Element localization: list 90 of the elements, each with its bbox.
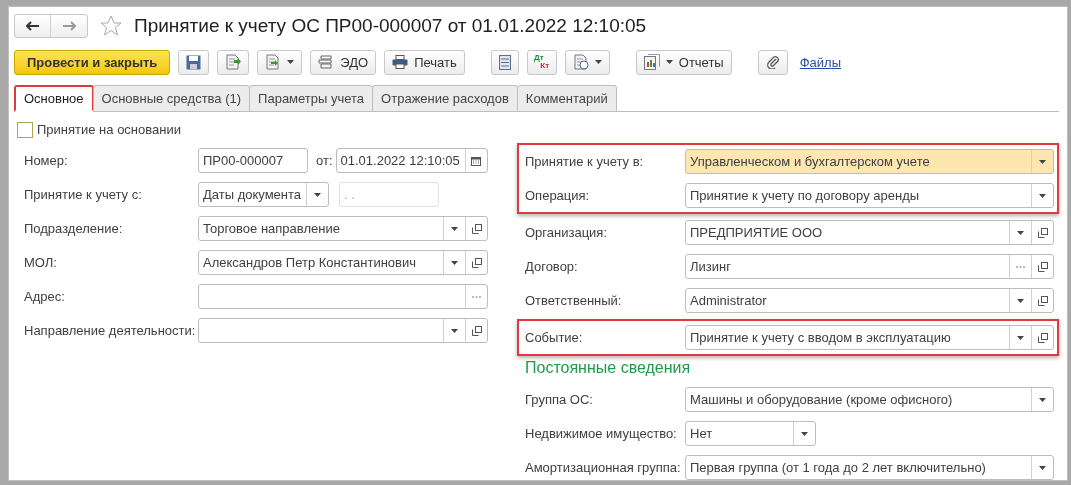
input-field[interactable]: Первая группа (от 1 года до 2 лет включительно) bbox=[685, 455, 1054, 480]
ellipsis-icon bbox=[1016, 265, 1025, 268]
list-icon bbox=[498, 54, 511, 70]
copy-icon bbox=[265, 54, 282, 71]
field-label: Событие: bbox=[525, 328, 584, 347]
date-label: от: bbox=[316, 151, 333, 170]
list-button[interactable] bbox=[490, 49, 519, 75]
checkbox[interactable] bbox=[17, 121, 33, 138]
caret-icon bbox=[801, 431, 808, 436]
files-link[interactable]: Файлы bbox=[799, 52, 841, 73]
caret-icon bbox=[665, 60, 673, 65]
caret-icon bbox=[1039, 397, 1046, 402]
open-icon bbox=[1037, 295, 1048, 306]
input-field[interactable]: Управленческом и бухгалтерском учете bbox=[685, 149, 1054, 174]
caret-icon bbox=[451, 260, 458, 265]
calendar-icon bbox=[471, 155, 481, 166]
field-label: Направление деятельности: bbox=[24, 321, 197, 340]
open-icon bbox=[471, 223, 482, 234]
post-button[interactable] bbox=[217, 49, 250, 75]
field-label: Недвижимое имущество: bbox=[525, 424, 678, 443]
window-title: Принятие к учету ОС ПР00-000007 от 01.01.2022 12:10:05 bbox=[134, 14, 647, 39]
save-icon bbox=[186, 54, 202, 70]
open-icon bbox=[1037, 227, 1048, 238]
input-field[interactable]: Принятие к учету с вводом в эксплуатацию bbox=[685, 325, 1054, 350]
open-icon bbox=[471, 325, 482, 336]
input-field[interactable] bbox=[198, 284, 488, 309]
reports-button[interactable]: Отчеты bbox=[635, 49, 732, 75]
caret-icon bbox=[1039, 159, 1046, 164]
caret-icon bbox=[1017, 230, 1024, 235]
field-label: Операция: bbox=[525, 186, 591, 205]
field-label: МОЛ: bbox=[24, 253, 58, 272]
number-field[interactable]: ПР00-000007 bbox=[198, 148, 308, 173]
field-label: Организация: bbox=[525, 223, 609, 242]
save-button[interactable] bbox=[178, 49, 210, 75]
caret-icon bbox=[1017, 335, 1024, 340]
input-field[interactable]: Нет bbox=[685, 421, 816, 446]
print-button[interactable]: Печать bbox=[384, 49, 465, 75]
open-icon bbox=[471, 257, 482, 268]
caret-icon bbox=[451, 226, 458, 231]
checkbox-label: Принятие на основании bbox=[37, 120, 181, 139]
date-field[interactable]: 01.01.2022 12:10:05 bbox=[335, 148, 488, 173]
printer-icon bbox=[392, 55, 409, 70]
caret-icon bbox=[451, 328, 458, 333]
caret-icon bbox=[594, 60, 602, 65]
input-field[interactable]: Administrator bbox=[685, 288, 1054, 313]
tab[interactable]: Основное bbox=[14, 85, 94, 112]
caret-icon bbox=[1017, 298, 1024, 303]
input-field[interactable]: ПРЕДПРИЯТИЕ ООО bbox=[685, 220, 1054, 245]
field-label: Подразделение: bbox=[24, 219, 124, 238]
dt-kt-button[interactable]: Дт Кт bbox=[526, 49, 557, 75]
input-field[interactable]: Александров Петр Константинович bbox=[198, 250, 488, 275]
caret-icon bbox=[287, 60, 295, 65]
copy-button[interactable] bbox=[257, 49, 303, 75]
field-label: Принятие к учету в: bbox=[525, 152, 645, 171]
star-icon[interactable] bbox=[100, 15, 122, 38]
post-and-close-button[interactable]: Провести и закрыть bbox=[14, 49, 171, 75]
tab[interactable]: Основные средства (1) bbox=[92, 85, 251, 112]
field-label: Ответственный: bbox=[525, 291, 623, 310]
document-clock-icon bbox=[572, 54, 589, 71]
caret-icon bbox=[1039, 193, 1046, 198]
tab[interactable]: Параметры учета bbox=[249, 85, 374, 112]
tab[interactable]: Комментарий bbox=[516, 85, 617, 112]
field-label: Принятие к учету с: bbox=[24, 185, 143, 204]
document-arrow-icon bbox=[225, 54, 242, 71]
field-label: Номер: bbox=[24, 151, 69, 170]
tab[interactable]: Отражение расходов bbox=[372, 85, 518, 112]
attach-button[interactable] bbox=[757, 49, 788, 75]
open-icon bbox=[1037, 332, 1048, 343]
input-field[interactable]: Принятие к учету по договору аренды bbox=[685, 183, 1054, 208]
section-heading: Постоянные сведения bbox=[525, 358, 692, 378]
open-icon bbox=[1037, 261, 1048, 272]
paperclip-icon bbox=[765, 55, 780, 70]
field-label: Амортизационная группа: bbox=[525, 458, 682, 477]
input-field[interactable]: Машины и оборудование (кроме офисного) bbox=[685, 387, 1054, 412]
field-label: Договор: bbox=[525, 257, 579, 276]
input-field[interactable]: Лизинг bbox=[685, 254, 1054, 279]
field-label: Адрес: bbox=[24, 287, 66, 306]
edo-button[interactable]: ЭДО bbox=[310, 49, 377, 75]
dropdown-field[interactable]: Даты документа bbox=[198, 182, 329, 207]
input-field[interactable] bbox=[198, 318, 488, 343]
field-label: Группа ОС: bbox=[525, 390, 594, 409]
caret-icon bbox=[1039, 465, 1046, 470]
input-field[interactable]: Торговое направление bbox=[198, 216, 488, 241]
forward-arrow-icon bbox=[62, 21, 76, 32]
document-journal-button[interactable] bbox=[564, 49, 610, 75]
back-arrow-icon bbox=[25, 21, 40, 32]
ellipsis-icon bbox=[472, 295, 481, 298]
stack-icon bbox=[318, 55, 335, 70]
report-icon bbox=[643, 54, 660, 71]
caret-icon bbox=[314, 192, 321, 197]
